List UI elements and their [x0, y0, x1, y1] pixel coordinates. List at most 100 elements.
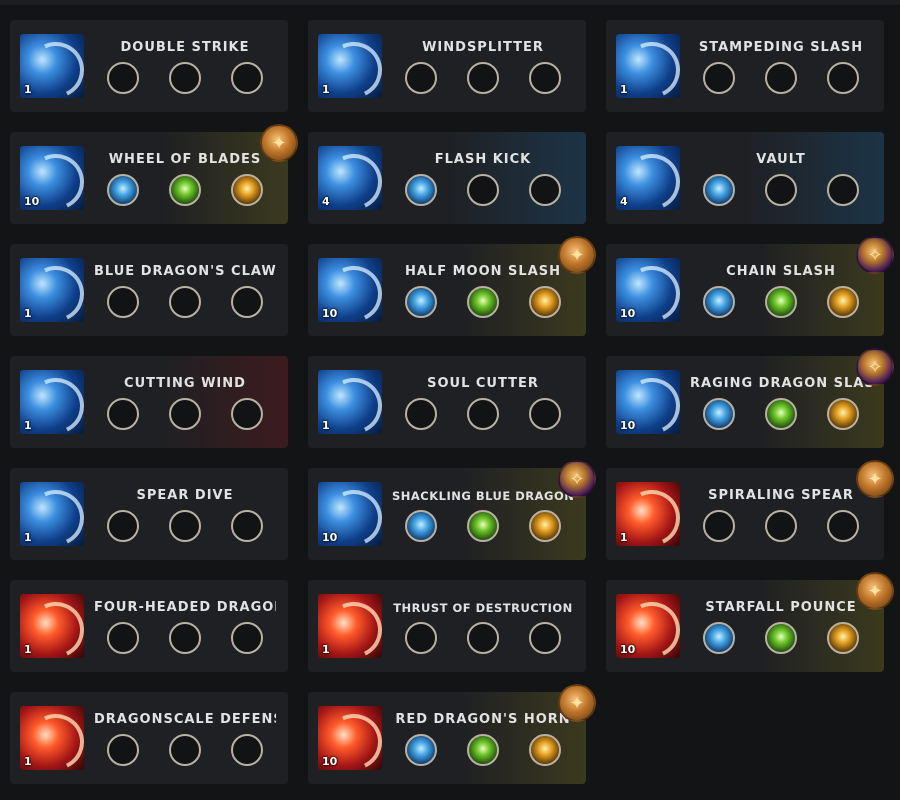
tripod-green-icon[interactable]: [467, 510, 499, 542]
blue-swirl-skill-icon[interactable]: 1: [20, 482, 84, 546]
blue-swirl-skill-icon[interactable]: 1: [318, 34, 382, 98]
empty-tripod-slot[interactable]: [169, 286, 201, 318]
skill-card[interactable]: 1 SPEAR DIVE: [10, 468, 288, 560]
tripod-blue-icon[interactable]: [703, 398, 735, 430]
skill-card[interactable]: 10 CHAIN SLASH ✧: [606, 236, 894, 336]
red-flame-skill-icon[interactable]: 1: [318, 594, 382, 658]
rune-purple-icon[interactable]: ✧: [856, 348, 894, 386]
rune-bronze-icon[interactable]: ✦: [558, 236, 596, 274]
skill-card[interactable]: 1 THRUST OF DESTRUCTION: [308, 580, 586, 672]
empty-tripod-slot[interactable]: [231, 62, 263, 94]
tripod-blue-icon[interactable]: [703, 622, 735, 654]
tripod-blue-icon[interactable]: [107, 174, 139, 206]
tripod-orange-icon[interactable]: [827, 398, 859, 430]
skill-card[interactable]: 1 SOUL CUTTER: [308, 356, 586, 448]
empty-tripod-slot[interactable]: [231, 286, 263, 318]
skill-card[interactable]: 1 DOUBLE STRIKE: [10, 20, 288, 112]
empty-tripod-slot[interactable]: [405, 622, 437, 654]
skill-card[interactable]: 10 RED DRAGON'S HORN ✦: [308, 684, 596, 784]
blue-swirl-skill-icon[interactable]: 1: [20, 258, 84, 322]
skill-card[interactable]: 10 SHACKLING BLUE DRAGON ✧: [308, 460, 596, 560]
tripod-blue-icon[interactable]: [405, 286, 437, 318]
tripod-orange-icon[interactable]: [827, 622, 859, 654]
empty-tripod-slot[interactable]: [169, 62, 201, 94]
tripod-orange-icon[interactable]: [827, 286, 859, 318]
tripod-blue-icon[interactable]: [703, 174, 735, 206]
skill-card[interactable]: 1 FOUR-HEADED DRAGON: [10, 580, 288, 672]
empty-tripod-slot[interactable]: [107, 734, 139, 766]
tripod-green-icon[interactable]: [169, 174, 201, 206]
rune-bronze-icon[interactable]: ✦: [856, 460, 894, 498]
empty-tripod-slot[interactable]: [169, 734, 201, 766]
empty-tripod-slot[interactable]: [169, 510, 201, 542]
empty-tripod-slot[interactable]: [467, 174, 499, 206]
empty-tripod-slot[interactable]: [467, 622, 499, 654]
empty-tripod-slot[interactable]: [529, 62, 561, 94]
skill-card[interactable]: 4 FLASH KICK: [308, 132, 586, 224]
blue-swirl-skill-icon[interactable]: 10: [20, 146, 84, 210]
tripod-blue-icon[interactable]: [405, 510, 437, 542]
tripod-orange-icon[interactable]: [529, 510, 561, 542]
tripod-green-icon[interactable]: [467, 734, 499, 766]
empty-tripod-slot[interactable]: [529, 398, 561, 430]
skill-card[interactable]: 10 WHEEL OF BLADES ✦: [10, 124, 298, 224]
tripod-green-icon[interactable]: [467, 286, 499, 318]
empty-tripod-slot[interactable]: [231, 622, 263, 654]
skill-card[interactable]: 1 DRAGONSCALE DEFENSE: [10, 692, 288, 784]
blue-swirl-skill-icon[interactable]: 1: [20, 370, 84, 434]
skill-card[interactable]: 1 BLUE DRAGON'S CLAW: [10, 244, 288, 336]
skill-card[interactable]: 1 SPIRALING SPEAR ✦: [606, 460, 894, 560]
skill-card[interactable]: 1 WINDSPLITTER: [308, 20, 586, 112]
rune-bronze-icon[interactable]: ✦: [856, 572, 894, 610]
blue-swirl-skill-icon[interactable]: 10: [318, 258, 382, 322]
empty-tripod-slot[interactable]: [169, 398, 201, 430]
skill-card[interactable]: 1 CUTTING WIND: [10, 356, 288, 448]
tripod-green-icon[interactable]: [765, 622, 797, 654]
empty-tripod-slot[interactable]: [827, 174, 859, 206]
empty-tripod-slot[interactable]: [765, 62, 797, 94]
empty-tripod-slot[interactable]: [467, 398, 499, 430]
empty-tripod-slot[interactable]: [765, 174, 797, 206]
tripod-green-icon[interactable]: [765, 286, 797, 318]
rune-purple-icon[interactable]: ✧: [558, 460, 596, 498]
red-flame-skill-icon[interactable]: 1: [20, 706, 84, 770]
tripod-orange-icon[interactable]: [529, 286, 561, 318]
red-flame-skill-icon[interactable]: 10: [616, 594, 680, 658]
empty-tripod-slot[interactable]: [703, 510, 735, 542]
blue-swirl-skill-icon[interactable]: 4: [318, 146, 382, 210]
empty-tripod-slot[interactable]: [169, 622, 201, 654]
empty-tripod-slot[interactable]: [107, 510, 139, 542]
empty-tripod-slot[interactable]: [231, 398, 263, 430]
empty-tripod-slot[interactable]: [467, 62, 499, 94]
empty-tripod-slot[interactable]: [405, 398, 437, 430]
blue-swirl-skill-icon[interactable]: 1: [20, 34, 84, 98]
empty-tripod-slot[interactable]: [107, 622, 139, 654]
skill-card[interactable]: 10 STARFALL POUNCE ✦: [606, 572, 894, 672]
empty-tripod-slot[interactable]: [827, 62, 859, 94]
empty-tripod-slot[interactable]: [107, 62, 139, 94]
empty-tripod-slot[interactable]: [107, 398, 139, 430]
skill-card[interactable]: 10 RAGING DRAGON SLASH ✧: [606, 348, 894, 448]
empty-tripod-slot[interactable]: [703, 62, 735, 94]
empty-tripod-slot[interactable]: [107, 286, 139, 318]
red-flame-skill-icon[interactable]: 1: [20, 594, 84, 658]
empty-tripod-slot[interactable]: [231, 734, 263, 766]
blue-swirl-skill-icon[interactable]: 4: [616, 146, 680, 210]
empty-tripod-slot[interactable]: [529, 622, 561, 654]
skill-card[interactable]: 4 VAULT: [606, 132, 884, 224]
blue-swirl-skill-icon[interactable]: 1: [616, 34, 680, 98]
rune-bronze-icon[interactable]: ✦: [260, 124, 298, 162]
red-flame-skill-icon[interactable]: 10: [318, 706, 382, 770]
red-flame-skill-icon[interactable]: 1: [616, 482, 680, 546]
blue-swirl-skill-icon[interactable]: 10: [616, 258, 680, 322]
tripod-orange-icon[interactable]: [529, 734, 561, 766]
tripod-blue-icon[interactable]: [703, 286, 735, 318]
empty-tripod-slot[interactable]: [405, 62, 437, 94]
rune-bronze-icon[interactable]: ✦: [558, 684, 596, 722]
tripod-orange-icon[interactable]: [231, 174, 263, 206]
blue-swirl-skill-icon[interactable]: 10: [616, 370, 680, 434]
blue-swirl-skill-icon[interactable]: 1: [318, 370, 382, 434]
tripod-blue-icon[interactable]: [405, 734, 437, 766]
tripod-green-icon[interactable]: [765, 398, 797, 430]
empty-tripod-slot[interactable]: [231, 510, 263, 542]
